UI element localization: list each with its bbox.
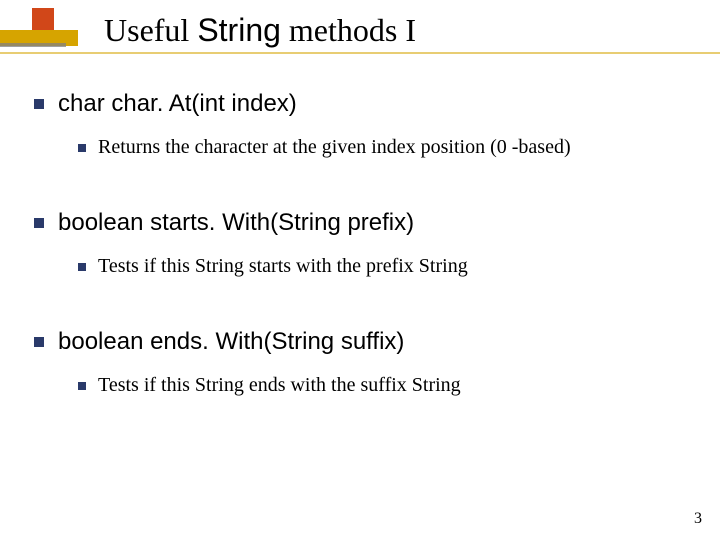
title-underline-icon [0, 52, 720, 54]
method-signature-row: char char. At(int index) [34, 90, 690, 118]
spacer [34, 300, 690, 328]
slide: Useful String methods I char char. At(in… [0, 0, 720, 540]
accent-square-icon [32, 8, 54, 30]
title-lead: Useful [104, 12, 197, 48]
method-signature: boolean ends. With(String suffix) [58, 328, 404, 356]
method-description: Tests if this String ends with the suffi… [98, 374, 461, 397]
bullet-square-small-icon [78, 382, 86, 390]
bullet-square-small-icon [78, 263, 86, 271]
list-item: boolean ends. With(String suffix) Tests … [34, 328, 690, 397]
method-description: Returns the character at the given index… [98, 136, 571, 159]
list-item: boolean starts. With(String prefix) Test… [34, 209, 690, 278]
method-description: Tests if this String starts with the pre… [98, 255, 468, 278]
title-tail: methods I [281, 12, 416, 48]
slide-title: Useful String methods I [104, 12, 416, 49]
content-area: char char. At(int index) Returns the cha… [34, 90, 690, 419]
title-code: String [197, 12, 281, 48]
method-description-row: Returns the character at the given index… [78, 136, 690, 159]
method-description-row: Tests if this String starts with the pre… [78, 255, 690, 278]
method-description-row: Tests if this String ends with the suffi… [78, 374, 690, 397]
bullet-square-icon [34, 218, 44, 228]
accent-bar-gray-icon [0, 43, 66, 47]
method-signature: boolean starts. With(String prefix) [58, 209, 414, 237]
bullet-square-icon [34, 337, 44, 347]
list-item: char char. At(int index) Returns the cha… [34, 90, 690, 159]
spacer [34, 181, 690, 209]
method-signature: char char. At(int index) [58, 90, 297, 118]
bullet-square-icon [34, 99, 44, 109]
bullet-square-small-icon [78, 144, 86, 152]
method-signature-row: boolean starts. With(String prefix) [34, 209, 690, 237]
title-block: Useful String methods I [0, 0, 720, 70]
page-number: 3 [694, 510, 702, 528]
method-signature-row: boolean ends. With(String suffix) [34, 328, 690, 356]
